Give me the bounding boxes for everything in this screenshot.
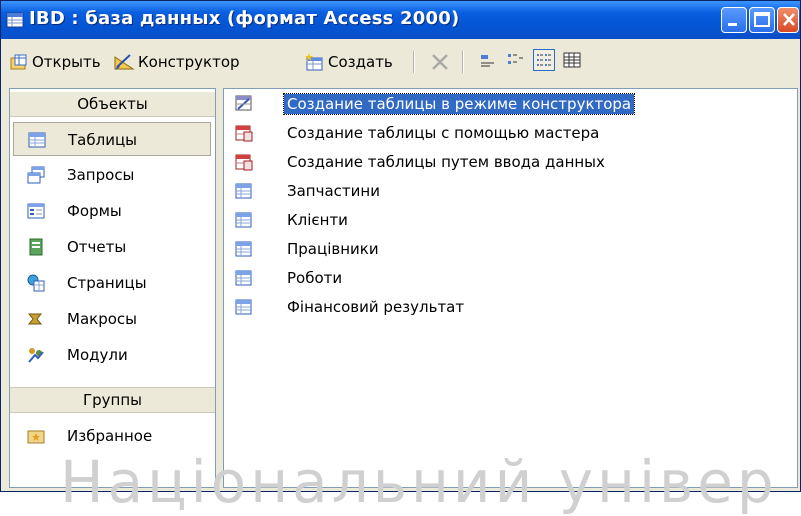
table-icon [235, 183, 252, 199]
window-title: IBD : база данных (формат Access 2000) [29, 8, 460, 29]
report-icon [29, 238, 43, 256]
table-icon [28, 132, 46, 148]
design-button[interactable]: Конструктор [113, 51, 240, 73]
groups-item-label: Избранное [67, 427, 153, 445]
page-icon [27, 274, 45, 292]
list-item-label: Создание таблицы в режиме конструктора [282, 93, 636, 115]
large-icons-view-button[interactable] [477, 49, 499, 71]
delete-button[interactable] [429, 51, 454, 73]
list-item-table[interactable]: Клієнти [234, 208, 754, 234]
close-button[interactable] [777, 7, 799, 33]
toolbar-separator [462, 51, 464, 73]
groups-header[interactable]: Группы [10, 387, 215, 413]
delete-icon [432, 54, 448, 70]
objects-item-tables[interactable]: Таблицы [13, 122, 211, 156]
maximize-icon [754, 12, 770, 27]
objects-item-queries[interactable]: Запросы [13, 158, 211, 192]
objects-panel: Объекты Таблицы Запросы Формы Отчеты Стр… [9, 88, 216, 488]
toolbar-separator [413, 51, 415, 73]
open-button[interactable]: Открыть [9, 51, 101, 73]
objects-list: Создание таблицы в режиме конструктора С… [223, 88, 798, 488]
objects-item-reports[interactable]: Отчеты [13, 230, 211, 264]
objects-item-pages[interactable]: Страницы [13, 266, 211, 300]
close-icon [783, 13, 795, 26]
create-label: Создать [328, 53, 393, 71]
list-item-label: Працівники [287, 240, 379, 258]
open-label: Открыть [32, 53, 101, 71]
objects-item-label: Формы [67, 202, 122, 220]
list-item-table[interactable]: Працівники [234, 237, 754, 263]
objects-item-label: Отчеты [67, 238, 127, 256]
design-wizard-icon [235, 95, 252, 111]
list-item-create-data-entry[interactable]: Создание таблицы путем ввода данных [234, 150, 754, 176]
objects-item-macros[interactable]: Макросы [13, 302, 211, 336]
table-icon [235, 212, 252, 228]
design-label: Конструктор [138, 53, 240, 71]
design-icon [114, 54, 135, 70]
list-item-table[interactable]: Фінансовий результат [234, 295, 754, 321]
objects-item-forms[interactable]: Формы [13, 194, 211, 228]
large-icons-view-icon [481, 55, 494, 67]
macro-icon [27, 313, 43, 325]
form-icon [27, 203, 45, 219]
minimize-icon [728, 23, 737, 26]
list-item-create-design[interactable]: Создание таблицы в режиме конструктора [234, 92, 754, 118]
database-icon [6, 11, 24, 29]
module-icon [28, 348, 44, 363]
small-icons-view-icon [508, 54, 523, 64]
objects-item-label: Модули [67, 346, 128, 364]
objects-item-label: Запросы [67, 166, 135, 184]
details-view-icon [563, 52, 581, 68]
list-item-table[interactable]: Запчастини [234, 179, 754, 205]
title-bar[interactable]: IBD : база данных (формат Access 2000) [1, 1, 800, 40]
objects-item-modules[interactable]: Модули [13, 338, 211, 372]
table-icon [235, 241, 252, 257]
objects-header[interactable]: Объекты [10, 92, 215, 117]
watermark-text: Національний універ [60, 448, 778, 516]
objects-item-label: Страницы [67, 274, 147, 292]
details-view-button[interactable] [561, 49, 583, 71]
list-item-label: Запчастини [287, 182, 380, 200]
favorites-icon [27, 430, 45, 444]
list-item-create-wizard[interactable]: Создание таблицы с помощью мастера [234, 121, 754, 147]
list-item-table[interactable]: Роботи [234, 266, 754, 292]
objects-item-label: Макросы [67, 310, 137, 328]
table-icon [235, 299, 252, 315]
wizard-icon [235, 125, 253, 142]
maximize-button[interactable] [749, 7, 775, 33]
create-button[interactable]: Создать [305, 51, 393, 73]
small-icons-view-button[interactable] [505, 49, 527, 71]
query-icon [27, 166, 45, 184]
list-item-label: Создание таблицы с помощью мастера [287, 124, 600, 142]
database-window: IBD : база данных (формат Access 2000) О… [0, 0, 801, 492]
list-view-icon [537, 54, 551, 66]
open-icon [10, 54, 27, 70]
list-item-label: Фінансовий результат [287, 298, 465, 316]
list-item-label: Роботи [287, 269, 343, 287]
list-item-label: Создание таблицы путем ввода данных [287, 153, 605, 171]
list-view-button[interactable] [533, 49, 555, 71]
create-icon [305, 53, 323, 71]
minimize-button[interactable] [721, 7, 747, 33]
table-icon [235, 270, 252, 286]
toolbar: Открыть Конструктор Создать [1, 39, 800, 83]
wizard-icon [235, 154, 253, 171]
objects-item-label: Таблицы [68, 131, 137, 149]
list-item-label: Клієнти [287, 211, 348, 229]
